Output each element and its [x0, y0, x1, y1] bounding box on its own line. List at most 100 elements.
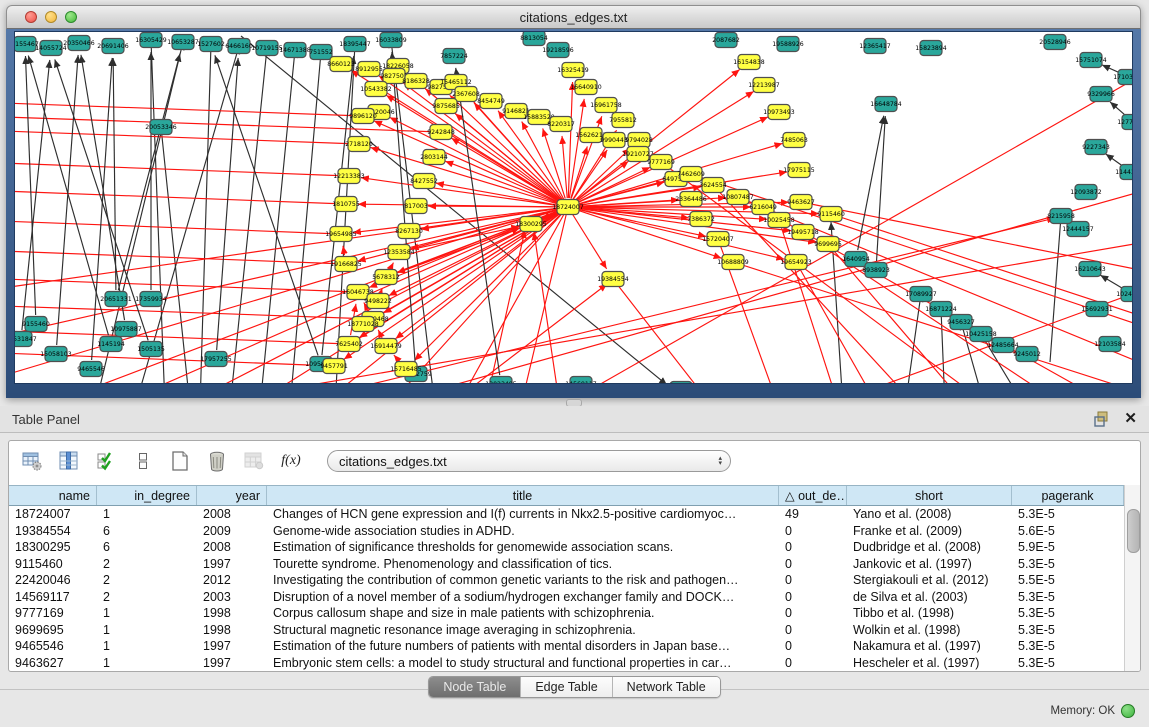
graph-node[interactable]: 8186328 [402, 74, 430, 89]
graph-node[interactable]: 16033809 [375, 33, 407, 48]
table-vertical-scrollbar[interactable] [1124, 485, 1140, 671]
graph-node[interactable]: 2718120 [345, 137, 373, 152]
graph-node[interactable]: 8454749 [477, 94, 505, 109]
graph-node[interactable]: 20651331 [100, 292, 132, 307]
graph-node[interactable]: 10975887 [110, 322, 142, 337]
graph-node[interactable]: 9990443 [600, 133, 628, 148]
graph-node[interactable]: 20531847 [15, 332, 37, 347]
graph-node[interactable]: 16648784 [870, 97, 902, 112]
graph-node[interactable]: 23364486 [675, 192, 707, 207]
graph-node[interactable]: 817003 [404, 199, 428, 214]
graph-node[interactable]: 8267130 [395, 224, 423, 239]
graph-node[interactable]: 12213987 [748, 78, 780, 93]
table-row[interactable]: 911546021997Tourette syndrome. Phenomeno… [9, 556, 1124, 573]
graph-node[interactable]: 9115460 [817, 207, 845, 222]
graph-node[interactable]: 16325419 [557, 63, 589, 78]
graph-node[interactable]: 10543382 [360, 82, 392, 97]
network-canvas[interactable]: 9155467140557242035046620691406163054291… [14, 31, 1133, 384]
graph-node[interactable]: 6466160 [225, 39, 253, 54]
graph-node[interactable]: 17359934 [135, 292, 167, 307]
graph-node[interactable]: 9245012 [1013, 347, 1041, 362]
graph-node[interactable]: 18771028 [347, 317, 379, 332]
column-header-title[interactable]: title [267, 486, 779, 505]
graph-node[interactable]: 8813054 [520, 32, 548, 46]
graph-node[interactable]: 18300295 [515, 217, 547, 232]
tab-edge-table[interactable]: Edge Table [521, 677, 612, 697]
graph-node[interactable]: 12093872 [1070, 185, 1102, 200]
graph-node[interactable]: 9329966 [1087, 87, 1115, 102]
graph-node[interactable]: 9155460 [22, 317, 50, 332]
graph-node[interactable]: 12353584 [383, 245, 415, 260]
graph-node[interactable]: 9875685 [432, 99, 460, 114]
column-chooser-icon[interactable] [56, 448, 82, 474]
graph-node[interactable]: 8220317 [547, 117, 575, 132]
minimize-window-button[interactable] [45, 11, 57, 23]
graph-node[interactable]: 18395447 [339, 37, 371, 52]
zoom-window-button[interactable] [65, 11, 77, 23]
scrollbar-thumb[interactable] [1127, 509, 1140, 553]
graph-node[interactable]: 15751074 [1075, 53, 1107, 68]
graph-node[interactable]: 11568241 [665, 382, 697, 385]
graph-node[interactable]: 17089927 [905, 287, 937, 302]
graph-node[interactable]: 17957255 [200, 352, 232, 367]
graph-node[interactable]: 9777169 [647, 155, 675, 170]
graph-node[interactable]: 10807487 [722, 190, 754, 205]
graph-node[interactable]: 16210643 [1074, 262, 1106, 277]
graph-node[interactable]: 14671388 [279, 43, 311, 58]
row-height-icon[interactable] [130, 448, 156, 474]
table-row[interactable]: 946362711997Embryonic stem cells: a mode… [9, 655, 1124, 672]
table-row[interactable]: 1938455462009Genome-wide association stu… [9, 523, 1124, 540]
column-header-in_degree[interactable]: in_degree [97, 486, 197, 505]
window-titlebar[interactable]: citations_edges.txt [6, 5, 1141, 29]
graph-node[interactable]: 15823894 [915, 41, 947, 56]
graph-node[interactable]: 9242848 [427, 125, 455, 140]
graph-node[interactable]: 7625402 [335, 337, 363, 352]
graph-node[interactable]: 9457791 [320, 359, 348, 374]
graph-node[interactable]: 14055724 [35, 41, 67, 56]
column-header-pagerank[interactable]: pagerank [1012, 486, 1124, 505]
graph-node[interactable]: 11443251 [1115, 165, 1132, 180]
column-header-name[interactable]: name [9, 486, 97, 505]
column-header-year[interactable]: year [197, 486, 267, 505]
graph-node[interactable]: 12365417 [859, 39, 891, 54]
graph-node[interactable]: 19654985 [325, 227, 357, 242]
new-table-icon[interactable] [167, 448, 193, 474]
table-row[interactable]: 1830029562008Estimation of significance … [9, 539, 1124, 556]
graph-node[interactable]: 12213383 [333, 169, 365, 184]
graph-node[interactable]: 8660123 [327, 57, 355, 72]
graph-node[interactable]: 14569117 [565, 377, 597, 385]
table-settings-icon[interactable] [19, 448, 45, 474]
graph-node[interactable]: 9227343 [1082, 140, 1110, 155]
table-row[interactable]: 1456911722003Disruption of a novel membe… [9, 589, 1124, 606]
table-row[interactable]: 977716911998Corpus callosum shape and si… [9, 605, 1124, 622]
graph-node[interactable]: 10719155 [251, 41, 283, 56]
graph-node[interactable]: 7386372 [687, 212, 715, 227]
graph-node[interactable]: 3624554 [699, 178, 727, 193]
graph-node[interactable]: 15720407 [702, 232, 734, 247]
graph-node[interactable]: 19384554 [597, 272, 629, 287]
graph-node[interactable]: 15058103 [40, 347, 72, 362]
graph-node[interactable]: 10973493 [763, 105, 795, 120]
graph-node[interactable]: 10688809 [717, 255, 749, 270]
graph-node[interactable]: 19654923 [780, 255, 812, 270]
tab-network-table[interactable]: Network Table [613, 677, 720, 697]
table-row[interactable]: 969969511998Structural magnetic resonanc… [9, 622, 1124, 639]
graph-node[interactable]: 1527602 [197, 37, 225, 52]
graph-node[interactable]: 20691406 [97, 39, 129, 54]
graph-node[interactable]: 9463627 [787, 195, 815, 210]
graph-node[interactable]: 1505135 [137, 342, 165, 357]
graph-node[interactable]: 8912955 [355, 62, 383, 77]
graph-node[interactable]: 9699695 [814, 237, 842, 252]
graph-node[interactable]: 9896120 [349, 109, 377, 124]
graph-node[interactable]: 18724007 [552, 200, 584, 215]
close-window-button[interactable] [25, 11, 37, 23]
graph-node[interactable]: 20053346 [145, 120, 177, 135]
graph-node[interactable]: 9794028 [625, 133, 653, 148]
graph-node[interactable]: 12774412 [1117, 115, 1132, 130]
table-row[interactable]: 1872400712008Changes of HCN gene express… [9, 506, 1124, 523]
graph-node[interactable]: 16305429 [135, 33, 167, 48]
graph-node[interactable]: 19495718 [787, 225, 819, 240]
graph-node[interactable]: 8427552 [410, 174, 438, 189]
graph-node[interactable]: 2087682 [712, 33, 740, 48]
graph-node[interactable]: 751552 [309, 45, 333, 60]
